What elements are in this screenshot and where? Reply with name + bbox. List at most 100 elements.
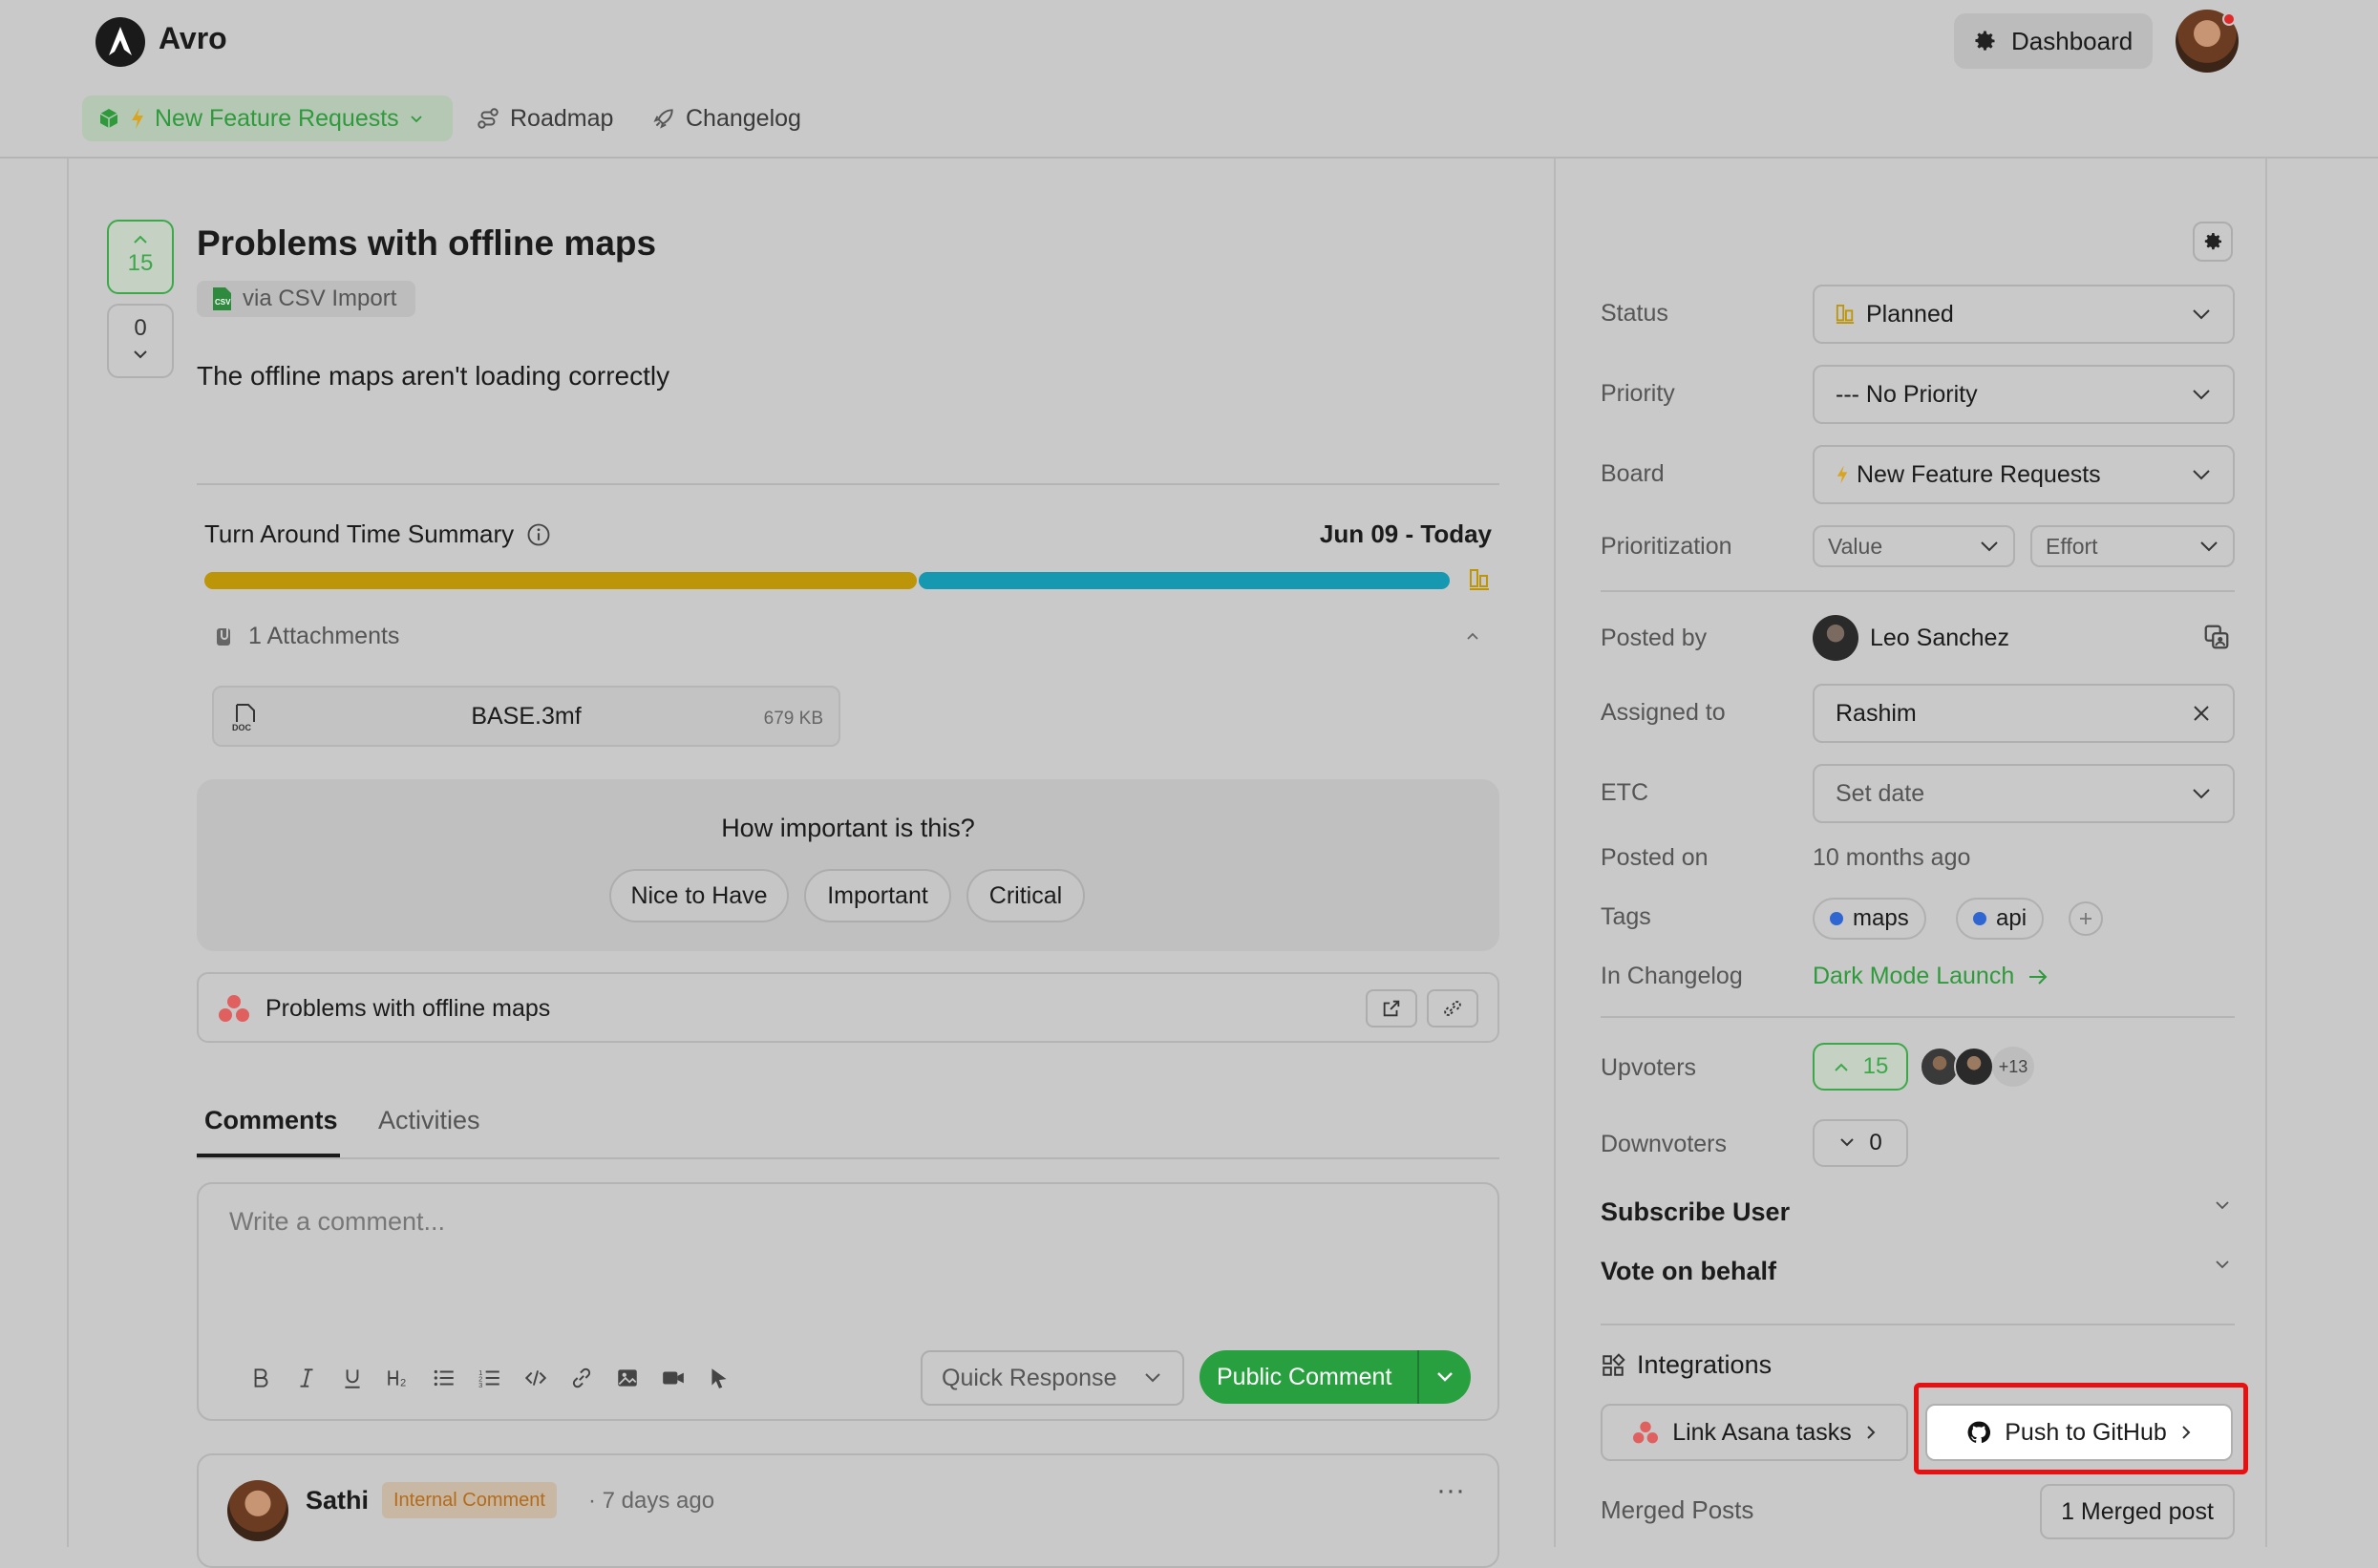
dashboard-button[interactable]: Dashboard xyxy=(1954,13,2153,69)
posted-by-user[interactable]: Leo Sanchez xyxy=(1813,615,2009,661)
priority-dropdown[interactable]: --- No Priority xyxy=(1813,365,2235,424)
close-icon[interactable] xyxy=(2191,703,2212,724)
assignee-value: Rashim xyxy=(1836,699,1917,727)
numbered-list-icon[interactable]: 123 xyxy=(478,1366,502,1390)
chevron-up-icon[interactable] xyxy=(1465,630,1480,642)
chevron-right-icon xyxy=(1865,1424,1877,1441)
priority-label: Priority xyxy=(1601,380,1675,407)
video-icon[interactable] xyxy=(661,1366,686,1390)
tag-maps[interactable]: maps xyxy=(1813,898,1926,940)
value-dropdown-label: Value xyxy=(1828,533,1883,559)
turnaround-summary-title: Turn Around Time Summary xyxy=(204,519,552,549)
quick-response-dropdown[interactable]: Quick Response xyxy=(921,1350,1184,1406)
post-settings-button[interactable] xyxy=(2193,222,2233,262)
merged-posts-label: Merged Posts xyxy=(1601,1495,1754,1524)
bullet-list-icon[interactable] xyxy=(432,1366,456,1390)
effort-dropdown[interactable]: Effort xyxy=(2030,525,2235,567)
image-icon[interactable] xyxy=(615,1366,640,1390)
changelog-link[interactable]: Changelog xyxy=(651,99,801,138)
planned-status-icon xyxy=(1836,303,1855,326)
divider xyxy=(197,483,1499,485)
csv-file-icon: CSV xyxy=(210,286,233,311)
linked-asana-task[interactable]: Problems with offline maps xyxy=(197,972,1499,1043)
cursor-icon[interactable] xyxy=(707,1366,732,1390)
board-dropdown[interactable]: New Feature Requests xyxy=(1813,445,2235,504)
downvoters-count: 0 xyxy=(1869,1130,1882,1155)
code-icon[interactable] xyxy=(523,1366,548,1390)
roadmap-link[interactable]: Roadmap xyxy=(476,99,613,138)
turnaround-segment-current[interactable] xyxy=(919,572,1450,589)
merged-posts-button[interactable]: 1 Merged post xyxy=(2040,1484,2235,1539)
changelog-entry-link[interactable]: Dark Mode Launch xyxy=(1813,963,2049,990)
upvoters-button[interactable]: 15 xyxy=(1813,1043,1908,1091)
board-selector-tab[interactable]: New Feature Requests xyxy=(82,95,453,141)
heading-icon[interactable]: 2 xyxy=(386,1366,411,1390)
more-upvoters-badge[interactable]: +13 xyxy=(1992,1047,2034,1087)
posted-on-label: Posted on xyxy=(1601,844,1709,871)
planned-status-icon xyxy=(1469,567,1490,592)
posted-by-label: Posted by xyxy=(1601,625,1708,651)
tab-comments[interactable]: Comments xyxy=(204,1106,338,1135)
rocket-icon xyxy=(651,106,676,131)
underline-icon[interactable] xyxy=(340,1366,365,1390)
importance-important-button[interactable]: Important xyxy=(804,869,951,922)
chevron-down-icon xyxy=(2198,540,2219,553)
paperclip-icon xyxy=(214,625,237,649)
assignee-field[interactable]: Rashim xyxy=(1813,684,2235,743)
bold-icon[interactable] xyxy=(248,1366,273,1390)
italic-icon[interactable] xyxy=(294,1366,319,1390)
status-value: Planned xyxy=(1866,300,1954,328)
status-dropdown[interactable]: Planned xyxy=(1813,285,2235,344)
roadmap-label: Roadmap xyxy=(510,104,614,132)
chevron-up-icon xyxy=(109,233,172,244)
upvoter-avatar[interactable] xyxy=(1954,1047,1994,1087)
chevron-down-icon[interactable] xyxy=(2214,1199,2231,1211)
post-description: The offline maps aren't loading correctl… xyxy=(197,361,670,391)
chevron-down-icon xyxy=(109,350,172,361)
vote-on-behalf-toggle[interactable]: Vote on behalf xyxy=(1601,1257,1776,1286)
board-tab-label: New Feature Requests xyxy=(155,104,399,132)
open-external-button[interactable] xyxy=(1366,989,1417,1028)
chevron-down-icon[interactable] xyxy=(2214,1259,2231,1270)
comment-input[interactable]: Write a comment... xyxy=(229,1207,445,1237)
downvote-button[interactable]: 0 xyxy=(107,304,174,378)
unlink-button[interactable] xyxy=(1427,989,1478,1028)
post-title: Problems with offline maps xyxy=(197,223,657,263)
avro-logo-icon[interactable] xyxy=(96,17,145,67)
gear-icon xyxy=(1971,28,1998,54)
link-icon[interactable] xyxy=(569,1366,594,1390)
add-tag-button[interactable] xyxy=(2069,901,2103,936)
attachment-file[interactable]: DOC BASE.3mf 679 KB xyxy=(212,686,840,747)
link-asana-tasks-button[interactable]: Link Asana tasks xyxy=(1601,1404,1908,1461)
gear-icon xyxy=(2201,230,2224,253)
comment-composer[interactable]: Write a comment... 2 123 Quick Response … xyxy=(197,1182,1499,1421)
info-icon[interactable] xyxy=(525,521,552,548)
integrations-heading: Integrations xyxy=(1601,1350,1772,1380)
comment-options-chevron-icon[interactable] xyxy=(1417,1350,1471,1404)
public-comment-button[interactable]: Public Comment xyxy=(1200,1350,1471,1404)
tag-api[interactable]: api xyxy=(1956,898,2045,940)
importance-critical-button[interactable]: Critical xyxy=(966,869,1085,922)
upvote-button[interactable]: 15 xyxy=(107,220,174,294)
copy-user-icon[interactable] xyxy=(2202,623,2231,651)
unlink-icon xyxy=(1442,998,1463,1019)
value-dropdown[interactable]: Value xyxy=(1813,525,2015,567)
attachments-count: 1 Attachments xyxy=(248,623,400,649)
etc-date-dropdown[interactable]: Set date xyxy=(1813,764,2235,823)
subscribe-user-toggle[interactable]: Subscribe User xyxy=(1601,1197,1790,1227)
downvoters-button[interactable]: 0 xyxy=(1813,1119,1908,1167)
active-tab-indicator xyxy=(197,1154,340,1157)
comment-menu-icon[interactable]: ··· xyxy=(1436,1474,1465,1507)
link-asana-label: Link Asana tasks xyxy=(1672,1418,1852,1446)
tab-activities[interactable]: Activities xyxy=(378,1106,480,1135)
turnaround-label: Turn Around Time Summary xyxy=(204,519,515,548)
comment-author-avatar[interactable] xyxy=(227,1480,288,1541)
attachments-header[interactable]: 1 Attachments xyxy=(214,623,399,650)
importance-nice-to-have-button[interactable]: Nice to Have xyxy=(609,869,789,922)
chevron-down-icon xyxy=(409,111,424,126)
comment-author-name[interactable]: Sathi xyxy=(306,1486,369,1515)
turnaround-segment-planned[interactable] xyxy=(204,572,917,589)
cube-icon xyxy=(97,107,120,130)
lightning-icon xyxy=(1836,464,1849,485)
chevron-down-icon xyxy=(2191,307,2212,321)
